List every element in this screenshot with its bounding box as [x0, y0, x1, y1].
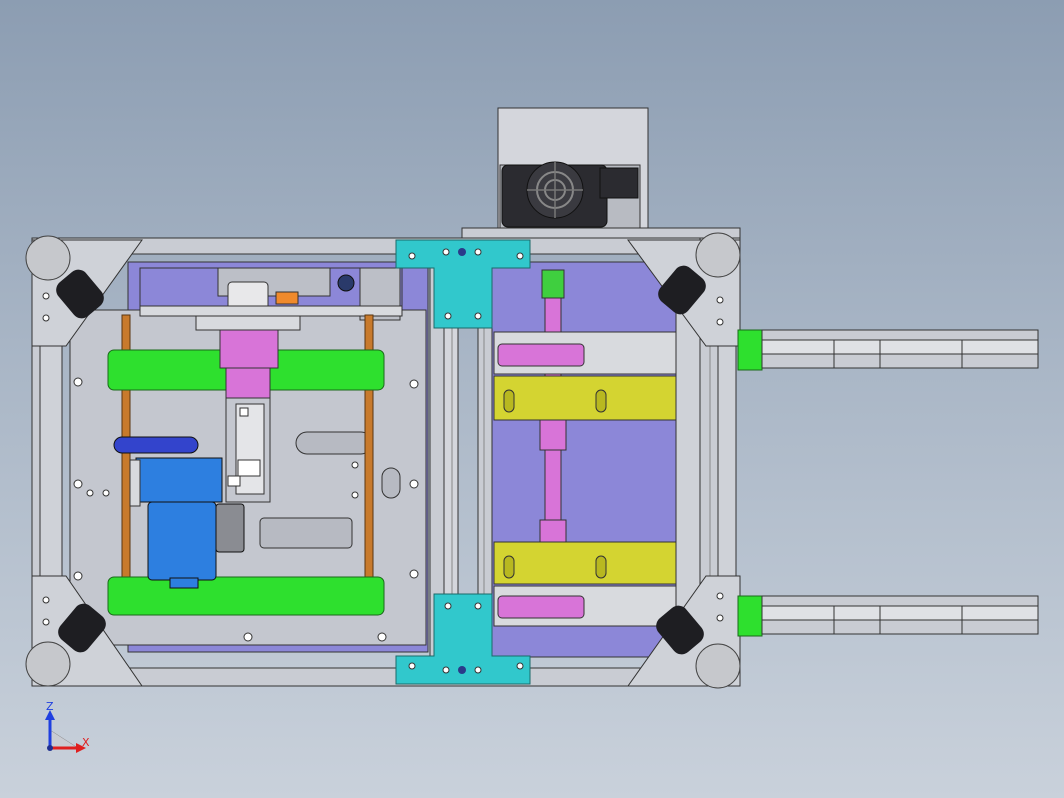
magenta-lift-column: [219, 329, 279, 503]
axis-triad: Z X: [45, 700, 90, 753]
x-axis-label: X: [82, 736, 90, 749]
extension-arm-bottom: [737, 595, 1039, 637]
top-motor-housing: [497, 107, 649, 229]
extension-arm-top: [737, 329, 1039, 371]
z-axis-label: Z: [46, 700, 54, 713]
cad-drawing: Z X: [25, 107, 1039, 753]
green-block-bottom: [107, 576, 385, 616]
